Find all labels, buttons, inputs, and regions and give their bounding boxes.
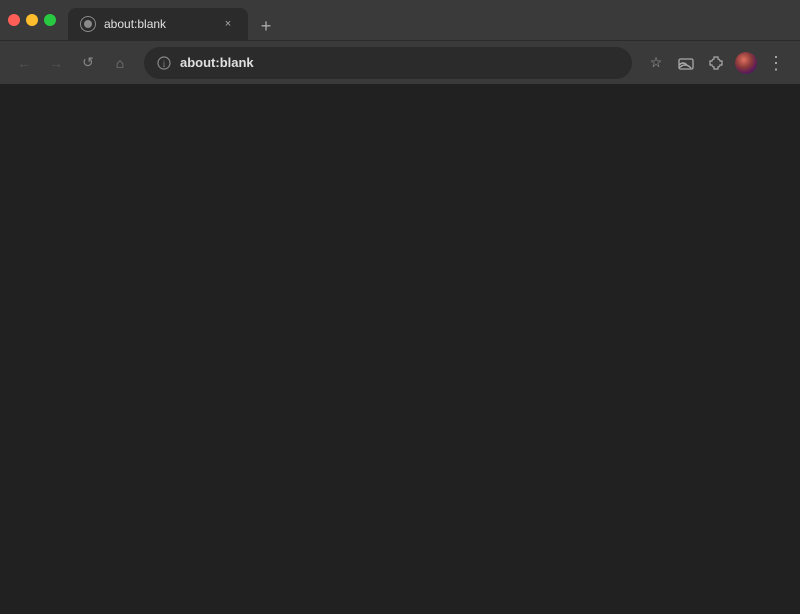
extensions-button[interactable] — [702, 49, 730, 77]
forward-button[interactable]: → — [42, 49, 70, 77]
forward-icon: → — [49, 55, 63, 71]
profile-button[interactable] — [732, 49, 760, 77]
puzzle-icon — [708, 55, 724, 71]
security-icon: i — [156, 55, 172, 71]
menu-button[interactable]: ⋮ — [762, 49, 790, 77]
nav-bar: ← → ↺ ⌂ i about:blank ☆ — [0, 40, 800, 84]
address-bar[interactable]: i about:blank — [144, 47, 632, 79]
back-icon: ← — [17, 55, 31, 71]
nav-actions: ☆ ⋮ — [642, 49, 790, 77]
close-button[interactable] — [8, 14, 20, 26]
reload-icon: ↺ — [82, 54, 94, 71]
tab-favicon — [80, 16, 96, 32]
home-icon: ⌂ — [116, 55, 124, 71]
back-button[interactable]: ← — [10, 49, 38, 77]
minimize-button[interactable] — [26, 14, 38, 26]
cast-button[interactable] — [672, 49, 700, 77]
avatar-image — [735, 52, 757, 74]
maximize-button[interactable] — [44, 14, 56, 26]
tab-close-button[interactable]: × — [220, 16, 236, 32]
new-tab-button[interactable]: + — [252, 12, 280, 40]
bookmark-button[interactable]: ☆ — [642, 49, 670, 77]
reload-button[interactable]: ↺ — [74, 49, 102, 77]
title-bar: about:blank × + — [0, 0, 800, 40]
tab-bar: about:blank × + — [68, 0, 792, 40]
home-button[interactable]: ⌂ — [106, 49, 134, 77]
svg-text:i: i — [163, 59, 166, 69]
cast-icon — [678, 55, 694, 71]
tab-title: about:blank — [104, 17, 212, 31]
bookmark-icon: ☆ — [650, 54, 663, 71]
menu-icon: ⋮ — [767, 54, 785, 72]
page-content — [0, 84, 800, 614]
traffic-lights — [8, 14, 56, 26]
profile-avatar — [735, 52, 757, 74]
favicon-inner — [84, 20, 92, 28]
active-tab[interactable]: about:blank × — [68, 8, 248, 40]
address-text: about:blank — [180, 55, 620, 70]
